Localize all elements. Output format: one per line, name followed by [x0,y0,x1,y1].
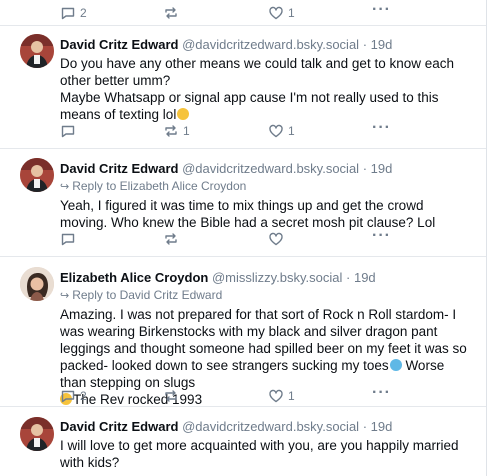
like-count: 1 [288,6,295,20]
cold-face-emoji-icon [389,359,402,371]
repost-icon [165,390,177,402]
like-button[interactable] [268,230,288,248]
author-name[interactable]: David Critz Edward [60,37,178,52]
repost-button[interactable] [163,387,183,405]
repost-count: 1 [183,124,190,138]
post-text: Do you have any other means we could tal… [60,55,472,123]
reply-button[interactable] [60,122,80,140]
post-actions: ··· [60,227,400,248]
reply-to-label[interactable]: ↪ Reply to Elizabeth Alice Croydon [60,178,472,195]
avatar[interactable] [20,158,54,192]
like-count: 1 [288,389,295,403]
heart-icon [269,389,283,403]
repost-button[interactable]: 1 [163,122,190,140]
reply-arrow-icon: ↪ [60,181,70,193]
avatar-image [20,267,54,301]
divider [0,256,486,257]
reply-count: 2 [80,389,87,403]
reply-count: 2 [80,6,87,20]
reply-button[interactable] [60,230,80,248]
reply-arrow-icon: ↪ [60,290,70,302]
author-handle[interactable]: @davidcritzedward.bsky.social [182,37,359,52]
post-text-line: Do you have any other means we could tal… [60,56,454,88]
reply-to-text: Reply to Elizabeth Alice Croydon [72,179,247,193]
post-actions: 1 1 ··· [60,119,400,140]
post-actions: 2 1 ··· [60,1,400,22]
author-handle[interactable]: @davidcritzedward.bsky.social [182,419,359,434]
like-button[interactable]: 1 [268,4,295,22]
post-text-line: Maybe Whatsapp or signal app cause I'm n… [60,90,439,122]
divider [0,406,486,407]
reply-icon [61,390,75,403]
post-timestamp[interactable]: · 19d [363,37,393,52]
reply-button[interactable]: 2 [60,4,87,22]
repost-icon [165,233,177,245]
author-handle[interactable]: @misslizzy.bsky.social [212,270,342,285]
author-handle[interactable]: @davidcritzedward.bsky.social [182,161,359,176]
divider [0,25,486,26]
more-options-button[interactable]: ··· [372,119,391,137]
avatar[interactable] [20,34,54,68]
avatar[interactable] [20,267,54,301]
more-options-button[interactable]: ··· [372,1,391,19]
avatar-image [20,417,54,451]
reply-icon [61,7,75,20]
more-options-button[interactable]: ··· [372,384,391,402]
repost-button[interactable] [163,4,179,22]
avatar-image [20,34,54,68]
heart-icon [269,6,283,20]
reply-icon [61,233,75,246]
repost-icon [165,7,177,19]
reply-icon [61,125,75,138]
post-timestamp[interactable]: · 19d [346,270,376,285]
more-options-button[interactable]: ··· [372,227,391,245]
like-button[interactable]: 1 [268,387,295,405]
author-name[interactable]: David Critz Edward [60,419,178,434]
post-actions: 2 1 ··· [60,384,400,405]
repost-icon [165,125,177,137]
heart-icon [269,232,283,246]
author-name[interactable]: David Critz Edward [60,161,178,176]
repost-button[interactable] [163,230,183,248]
heart-icon [269,124,283,138]
reply-button[interactable]: 2 [60,387,87,405]
post-text: I will love to get more acquainted with … [60,437,472,471]
post-text: Yeah, I figured it was time to mix thing… [60,197,472,231]
reply-to-label[interactable]: ↪ Reply to David Critz Edward [60,287,472,304]
shushing-emoji-icon [177,108,190,120]
post-feed: 2 1 ··· David Critz Edward @davidcritzed… [0,0,487,476]
reply-to-text: Reply to David Critz Edward [72,288,223,302]
divider [0,148,486,149]
post-timestamp[interactable]: · 19d [363,161,393,176]
post-text-line: I will love to get more acquainted with … [60,438,459,470]
like-button[interactable]: 1 [268,122,295,140]
like-count: 1 [288,124,295,138]
post-text-line: Yeah, I figured it was time to mix thing… [60,198,436,230]
avatar-image [20,158,54,192]
author-name[interactable]: Elizabeth Alice Croydon [60,270,208,285]
avatar[interactable] [20,417,54,451]
post-timestamp[interactable]: · 19d [363,419,393,434]
